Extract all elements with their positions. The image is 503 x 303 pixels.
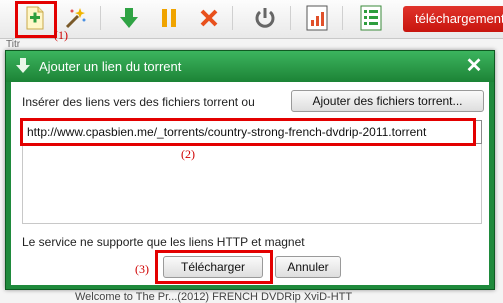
download-arrow-icon — [120, 8, 138, 28]
add-torrent-files-button[interactable]: Ajouter des fichiers torrent... — [291, 90, 484, 112]
annotation-label-1: (1) — [54, 28, 68, 42]
power-icon — [255, 8, 275, 28]
dialog-title-bar[interactable]: Ajouter un lien du torrent ✕ — [6, 51, 494, 82]
annotation-box-1 — [15, 1, 57, 38]
toolbar-separator — [290, 6, 291, 30]
download-arrow-icon — [16, 58, 30, 73]
dialog-title: Ajouter un lien du torrent — [39, 59, 182, 74]
list-icon — [360, 5, 382, 31]
magic-wand-icon — [65, 8, 86, 29]
annotation-label-2: (2) — [181, 147, 195, 161]
chart-icon — [306, 5, 328, 31]
annotation-box-2 — [20, 118, 476, 146]
close-icon[interactable]: ✕ — [464, 56, 484, 76]
toolbar-separator — [100, 6, 101, 30]
toolbar-separator — [342, 6, 343, 30]
download-button[interactable]: téléchargement — [403, 6, 503, 32]
list-button[interactable] — [356, 3, 386, 33]
toolbar: téléchargement — [0, 0, 503, 39]
start-button[interactable] — [114, 3, 144, 33]
torrent-url-textarea[interactable] — [22, 144, 482, 224]
annotation-label-3: (3) — [135, 262, 149, 276]
chart-button[interactable] — [302, 3, 332, 33]
cancel-button[interactable]: Annuler — [275, 256, 341, 278]
pause-button[interactable] — [154, 3, 184, 33]
power-button[interactable] — [250, 3, 280, 33]
annotation-box-3 — [155, 250, 273, 284]
instruction-text: Insérer des liens vers des fichiers torr… — [22, 95, 255, 109]
background-fragment: Titr — [6, 39, 21, 50]
pause-icon — [162, 9, 176, 27]
delete-button[interactable] — [194, 3, 224, 33]
background-page-text: Welcome to The Pr...(2012) FRENCH DVDRip… — [75, 291, 353, 303]
toolbar-separator — [232, 6, 233, 30]
close-x-icon — [200, 9, 218, 27]
service-note: Le service ne supporte que les liens HTT… — [22, 235, 305, 249]
